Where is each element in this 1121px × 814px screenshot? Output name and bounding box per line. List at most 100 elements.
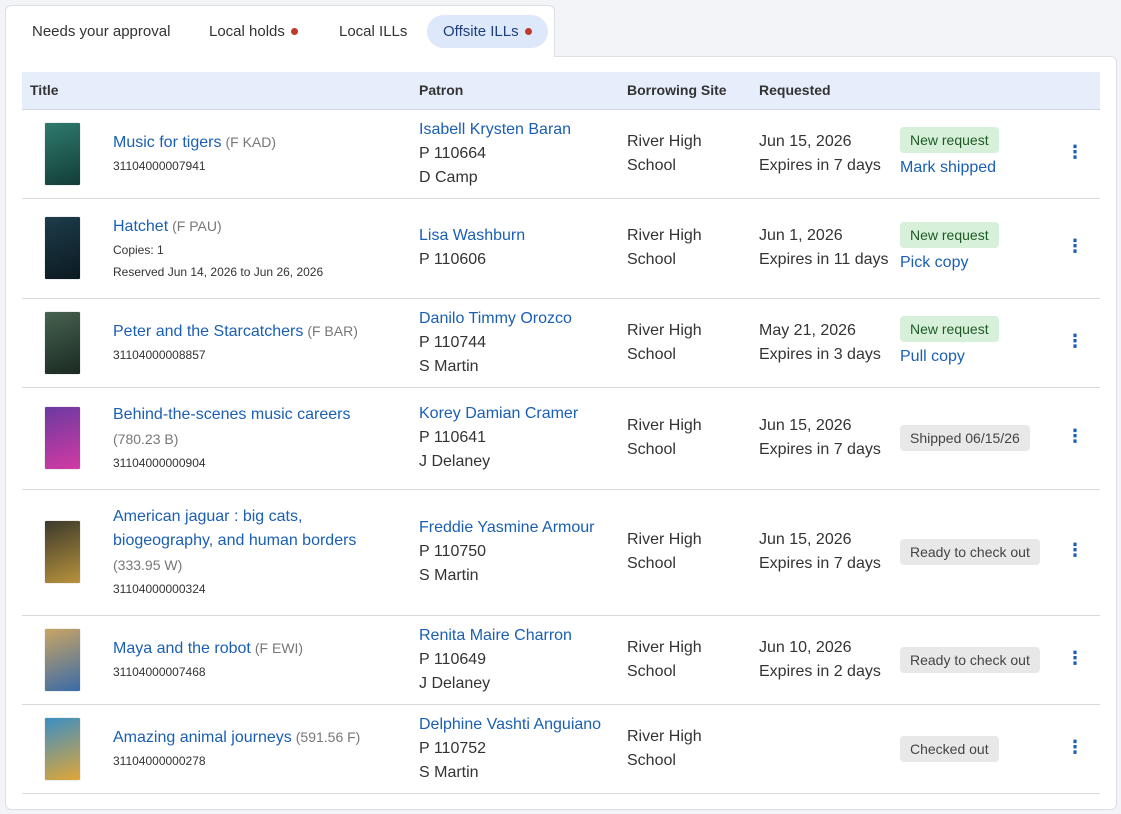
status-badge: New request <box>900 316 999 342</box>
cover-cell <box>22 615 104 705</box>
book-cover-image[interactable] <box>45 407 80 469</box>
borrowing-site: River High School <box>619 109 751 199</box>
patron-name-link[interactable]: Korey Damian Cramer <box>419 402 611 426</box>
table-row: Peter and the Starcatchers (F BAR) 311040… <box>22 298 1100 388</box>
call-number: (780.23 B) <box>113 430 179 447</box>
status-cell: New request Mark shipped <box>900 109 1050 199</box>
menu-cell: ⋮ <box>1050 615 1100 705</box>
column-header-status <box>900 72 1050 110</box>
item-detail: 31104000000324 <box>113 581 206 596</box>
more-options-icon[interactable]: ⋮ <box>1065 143 1085 161</box>
title-cell: Amazing animal journeys (591.56 F) 311040… <box>104 704 411 794</box>
patron-teacher: S Martin <box>419 567 479 584</box>
title-cell: Maya and the robot (F EWI) 31104000007468 <box>104 615 411 705</box>
site-line: River High <box>627 638 702 656</box>
book-title-link[interactable]: American jaguar : big cats, biogeography… <box>113 508 356 549</box>
cover-cell <box>22 109 104 199</box>
requested-date: Jun 15, 2026 <box>759 531 852 548</box>
item-detail: Reserved Jun 14, 2026 to Jun 26, 2026 <box>113 264 324 279</box>
more-options-icon[interactable]: ⋮ <box>1065 332 1085 350</box>
more-options-icon[interactable]: ⋮ <box>1065 541 1085 559</box>
more-options-icon[interactable]: ⋮ <box>1065 237 1085 255</box>
borrowing-site: River High School <box>619 489 751 616</box>
status-badge: Checked out <box>900 735 999 762</box>
book-title-link[interactable]: Music for tigers <box>113 134 221 151</box>
patron-name-link[interactable]: Lisa Washburn <box>419 224 611 248</box>
patron-teacher: J Delaney <box>419 453 491 470</box>
notification-dot <box>290 27 298 35</box>
row-action-link[interactable]: Pick copy <box>900 251 1042 275</box>
more-options-icon[interactable]: ⋮ <box>1065 738 1085 756</box>
column-header-menu <box>1050 72 1100 110</box>
site-line: School <box>627 345 676 363</box>
more-options-icon[interactable]: ⋮ <box>1065 649 1085 667</box>
book-cover-image[interactable] <box>45 122 80 185</box>
patron-cell: Renita Maire Charron P 110649 J Delaney <box>411 615 619 705</box>
cover-cell <box>22 704 104 794</box>
requested-date: May 21, 2026 <box>759 321 856 339</box>
title-cell: American jaguar : big cats, biogeography… <box>104 489 411 616</box>
tab-local-ills[interactable]: Local ILLs <box>323 15 423 48</box>
row-action-link[interactable]: Pull copy <box>900 345 1042 369</box>
table-row: Hatchet (F PAU) Copies: 1 Reserved Jun 14,… <box>22 198 1100 299</box>
status-badge: New request <box>900 127 999 153</box>
book-title-link[interactable]: Amazing animal journeys <box>113 729 292 746</box>
book-title-link[interactable]: Behind-the-scenes music careers <box>113 406 350 423</box>
patron-id: P 110744 <box>419 333 487 351</box>
patron-id: P 110606 <box>419 251 487 268</box>
patron-id: P 110664 <box>419 144 487 162</box>
tab-offsite-ills[interactable]: Offsite ILLs <box>427 15 548 48</box>
status-cell: Ready to check out <box>900 615 1050 705</box>
site-line: School <box>627 662 676 680</box>
site-line: River High <box>627 531 702 548</box>
call-number: (F EWI) <box>254 640 304 656</box>
patron-name-link[interactable]: Renita Maire Charron <box>419 624 611 648</box>
expiry-text: Expires in 7 days <box>759 441 881 458</box>
menu-cell: ⋮ <box>1050 387 1100 490</box>
borrowing-site: River High School <box>619 704 751 794</box>
requested-date: Jun 10, 2026 <box>759 638 852 656</box>
cover-cell <box>22 387 104 490</box>
tab-needs-approval[interactable]: Needs your approval <box>16 15 186 48</box>
patron-teacher: J Delaney <box>419 674 491 692</box>
item-detail: Copies: 1 <box>113 242 164 257</box>
patron-name-link[interactable]: Isabell Krysten Baran <box>419 118 611 142</box>
tab-local-holds[interactable]: Local holds <box>193 15 314 48</box>
more-options-icon[interactable]: ⋮ <box>1065 427 1085 445</box>
site-line: River High <box>627 321 702 339</box>
patron-name-link[interactable]: Freddie Yasmine Armour <box>419 516 611 540</box>
status-badge: Ready to check out <box>900 646 1040 673</box>
site-line: River High <box>627 727 702 745</box>
book-cover-image[interactable] <box>45 628 80 691</box>
book-cover-image[interactable] <box>45 521 80 583</box>
table-row: American jaguar : big cats, biogeography… <box>22 489 1100 616</box>
book-cover-image[interactable] <box>45 311 80 374</box>
patron-cell: Lisa Washburn P 110606 <box>411 198 619 299</box>
borrowing-site: River High School <box>619 198 751 299</box>
status-badge: New request <box>900 221 999 248</box>
expiry-text: Expires in 3 days <box>759 345 881 363</box>
call-number: (F KAD) <box>225 134 277 150</box>
book-title-link[interactable]: Hatchet <box>113 218 168 235</box>
patron-name-link[interactable]: Delphine Vashti Anguiano <box>419 713 611 737</box>
site-line: School <box>627 251 676 268</box>
book-title-link[interactable]: Maya and the robot <box>113 640 251 657</box>
book-title-link[interactable]: Peter and the Starcatchers <box>113 323 303 340</box>
expiry-text: Expires in 7 days <box>759 156 881 174</box>
title-cell: Music for tigers (F KAD) 31104000007941 <box>104 109 411 199</box>
patron-cell: Isabell Krysten Baran P 110664 D Camp <box>411 109 619 199</box>
book-cover-image[interactable] <box>45 217 80 279</box>
requested-cell: Jun 15, 2026 Expires in 7 days <box>751 387 900 490</box>
requested-cell: May 21, 2026 Expires in 3 days <box>751 298 900 388</box>
ill-requests-table: Title Patron Borrowing Site Requested Mu… <box>22 72 1100 794</box>
patron-id: P 110649 <box>419 650 487 668</box>
row-action-link[interactable]: Mark shipped <box>900 156 1042 180</box>
expiry-text: Expires in 7 days <box>759 555 881 572</box>
title-cell: Peter and the Starcatchers (F BAR) 311040… <box>104 298 411 388</box>
status-cell: New request Pick copy <box>900 198 1050 299</box>
patron-cell: Freddie Yasmine Armour P 110750 S Martin <box>411 489 619 616</box>
status-badge: Ready to check out <box>900 539 1040 565</box>
book-cover-image[interactable] <box>45 717 80 780</box>
patron-name-link[interactable]: Danilo Timmy Orozco <box>419 307 611 331</box>
patron-cell: Korey Damian Cramer P 110641 J Delaney <box>411 387 619 490</box>
